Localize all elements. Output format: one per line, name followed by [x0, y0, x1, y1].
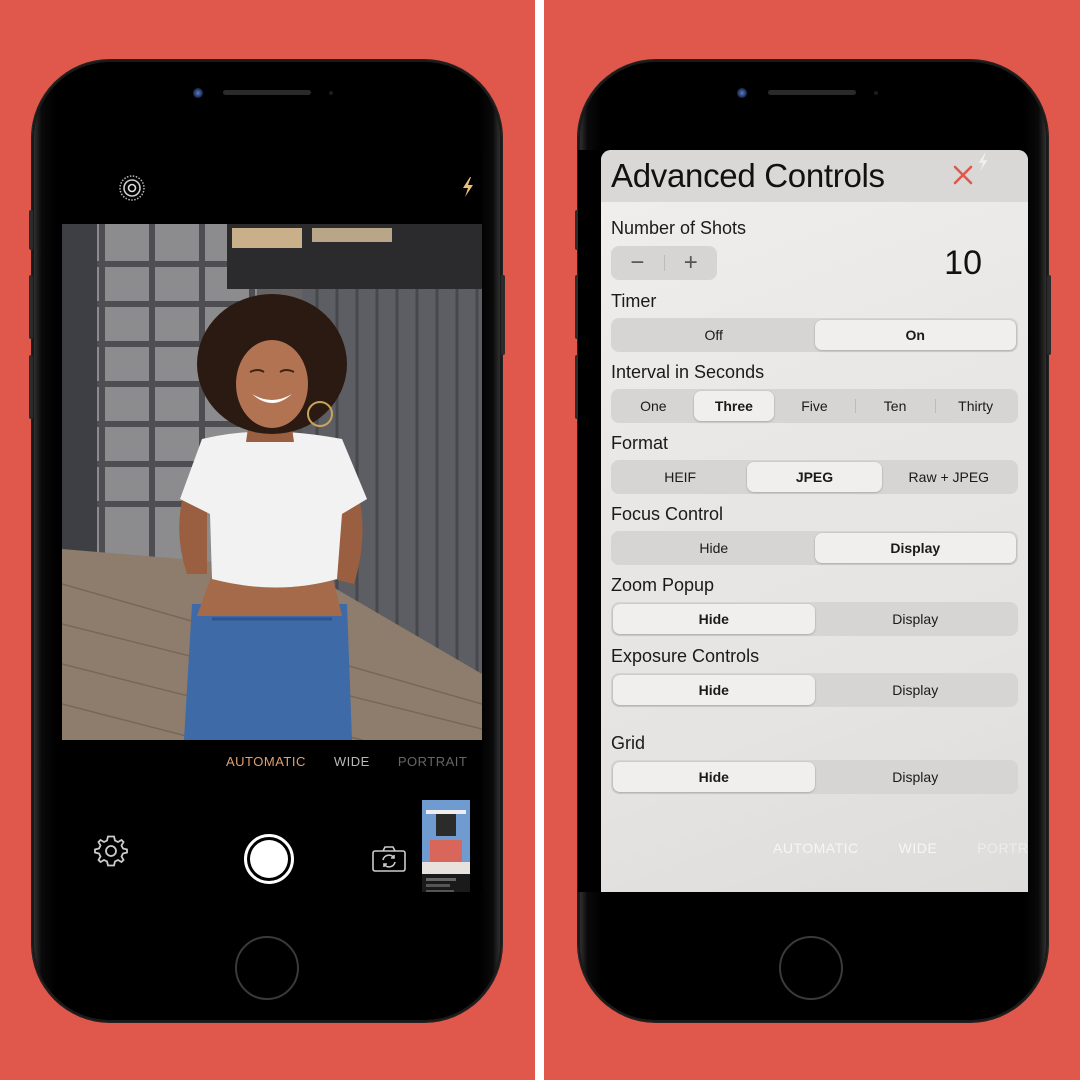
timer-label: Timer [611, 291, 657, 311]
format-segmented-control: HEIF JPEG Raw + JPEG [611, 460, 1018, 494]
focus-control-display[interactable]: Display [814, 533, 1016, 563]
home-button[interactable] [779, 936, 843, 1000]
gear-icon[interactable] [94, 834, 128, 873]
grid-hide[interactable]: Hide [613, 762, 815, 792]
interval-ten[interactable]: Ten [854, 391, 936, 421]
camera-bottom-bar [62, 790, 482, 892]
format-jpeg[interactable]: JPEG [747, 462, 882, 492]
ghost-mode-automatic: AUTOMATIC [773, 840, 859, 856]
panel-header: Advanced Controls [601, 150, 1028, 202]
mode-wide[interactable]: WIDE [334, 754, 370, 769]
zoom-popup-segmented-control: Hide Display [611, 602, 1018, 636]
zoom-popup-display[interactable]: Display [815, 604, 1017, 634]
number-of-shots-stepper: − + [611, 246, 717, 280]
ghost-mode-wide: WIDE [898, 840, 938, 856]
timer-on[interactable]: On [814, 320, 1016, 350]
exposure-controls-display[interactable]: Display [815, 675, 1017, 705]
phone-camera-view: AUTOMATIC WIDE PORTRAIT [29, 60, 505, 1022]
panel-title: Advanced Controls [611, 157, 885, 194]
interval-one[interactable]: One [613, 391, 694, 421]
camera-flip-icon[interactable] [372, 846, 406, 877]
settings-screen: Advanced Controls Number of Shots − + 10… [578, 150, 1028, 892]
flash-icon-ghost [976, 152, 990, 177]
panel-divider [535, 0, 544, 1080]
camera-screen: AUTOMATIC WIDE PORTRAIT [62, 150, 482, 892]
interval-segmented-control: One Three Five Ten Thirty [611, 389, 1018, 423]
proximity-sensor [329, 91, 333, 95]
format-raw-jpeg[interactable]: Raw + JPEG [882, 462, 1016, 492]
advanced-controls-panel: Advanced Controls Number of Shots − + 10… [601, 150, 1028, 892]
earpiece-speaker [223, 90, 311, 95]
zoom-popup-hide[interactable]: Hide [613, 604, 815, 634]
increment-button[interactable]: + [665, 246, 718, 280]
shutter-inner [250, 840, 288, 878]
grid-display[interactable]: Display [815, 762, 1017, 792]
power-button [501, 275, 505, 355]
exposure-controls-segmented-control: Hide Display [611, 673, 1018, 707]
volume-up-button [29, 275, 33, 339]
mute-switch [29, 210, 33, 250]
phone-advanced-controls: Advanced Controls Number of Shots − + 10… [575, 60, 1051, 1022]
front-camera [193, 88, 203, 98]
decrement-button[interactable]: − [611, 246, 664, 280]
interval-label: Interval in Seconds [611, 362, 765, 382]
proximity-sensor [874, 91, 878, 95]
grid-label: Grid [611, 733, 646, 753]
timer-segmented-control: Off On [611, 318, 1018, 352]
volume-down-button [29, 355, 33, 419]
focus-control-segmented-control: Hide Display [611, 531, 1018, 565]
power-button [1047, 275, 1051, 355]
number-of-shots-row: − + 10 [601, 243, 1028, 282]
focus-control-label: Focus Control [611, 504, 724, 524]
home-button[interactable] [235, 936, 299, 1000]
zoom-popup-label: Zoom Popup [611, 575, 715, 595]
number-of-shots-value: 10 [944, 243, 982, 282]
ghost-mode-portrait: PORTRAIT [977, 840, 1028, 856]
last-photo-thumbnail[interactable] [422, 800, 470, 892]
number-of-shots-label: Number of Shots [611, 218, 747, 238]
format-label: Format [611, 433, 669, 453]
focus-control-hide[interactable]: Hide [613, 533, 815, 563]
interval-thirty[interactable]: Thirty [935, 391, 1016, 421]
flash-icon[interactable] [460, 176, 476, 203]
close-icon[interactable] [950, 162, 976, 188]
interval-five[interactable]: Five [774, 391, 855, 421]
front-camera [737, 88, 747, 98]
exposure-controls-label: Exposure Controls [611, 646, 760, 666]
timer-off[interactable]: Off [613, 320, 815, 350]
earpiece-speaker [768, 90, 856, 95]
camera-mode-selector: AUTOMATIC WIDE PORTRAIT [226, 754, 467, 769]
background-mode-selector-ghost: AUTOMATIC WIDE PORTRAIT [773, 840, 1028, 856]
live-photo-icon[interactable] [118, 174, 146, 207]
viewfinder-scene [62, 224, 482, 740]
interval-three[interactable]: Three [693, 391, 775, 421]
mode-portrait[interactable]: PORTRAIT [398, 754, 468, 769]
mode-automatic[interactable]: AUTOMATIC [226, 754, 306, 769]
shutter-button[interactable] [244, 834, 294, 884]
grid-segmented-control: Hide Display [611, 760, 1018, 794]
format-heif[interactable]: HEIF [613, 462, 747, 492]
exposure-controls-hide[interactable]: Hide [613, 675, 815, 705]
camera-viewfinder[interactable] [62, 224, 482, 740]
